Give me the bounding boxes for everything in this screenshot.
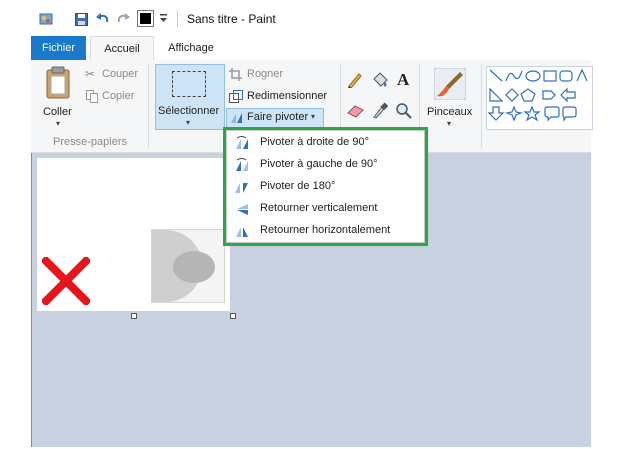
clipboard-group-label: Presse-papiers [53,136,127,148]
pencil-icon[interactable] [347,72,363,88]
shapes-gallery[interactable] [486,66,593,130]
brush-icon [434,68,466,100]
flip-horizontal-icon [236,227,248,237]
fill-bucket-icon[interactable] [371,71,389,89]
rotate-180-icon [235,183,248,193]
chevron-down-icon: ▾ [311,112,316,121]
select-button[interactable]: Sélectionner ▾ [155,64,225,130]
menu-item-label: Retourner horizontalement [260,224,391,236]
color-swatch-icon[interactable] [137,10,154,27]
brushes-button[interactable]: Pinceaux ▾ [424,64,476,128]
tab-home[interactable]: Accueil [90,36,154,61]
menu-item-label: Pivoter à gauche de 90° [260,158,378,170]
cut-label: Couper [102,68,139,80]
title-bar: Sans titre - Paint [31,0,591,36]
image-thumbnail [151,229,225,303]
customize-toolbar-icon[interactable] [159,12,168,24]
rotate-label: Faire pivoter [247,111,309,123]
save-icon[interactable] [75,13,88,26]
rotate-right-90-icon [236,136,248,149]
paste-label: Coller [43,106,72,118]
rotate-left-90-icon [236,158,248,171]
resize-button[interactable]: Redimensionner [228,88,338,106]
copy-button[interactable]: Copier [85,88,147,106]
menu-item-label: Pivoter à droite de 90° [260,136,369,148]
undo-icon[interactable] [95,12,110,26]
copy-label: Copier [102,90,135,102]
red-x-mark [42,257,90,305]
cut-button[interactable]: ✂ Couper [85,66,147,84]
chevron-down-icon: ▾ [56,119,61,128]
shape-drawing [152,230,215,302]
magnifier-icon[interactable] [395,102,412,119]
select-label: Sélectionner [158,105,220,117]
menu-item-flip-vertical[interactable]: Retourner verticalement [227,198,424,220]
crop-label: Rogner [247,68,284,80]
redo-icon[interactable] [116,12,131,26]
crop-icon [229,68,242,81]
window-title: Sans titre - Paint [187,12,276,26]
chevron-down-icon: ▾ [447,119,452,128]
resize-label: Redimensionner [247,90,328,102]
tab-file[interactable]: Fichier [31,36,86,60]
color-picker-icon[interactable] [372,102,388,119]
group-divider [481,64,482,148]
rotate-menu: Pivoter à droite de 90° Pivoter à gauche… [226,130,425,243]
menu-item-rotate-left-90[interactable]: Pivoter à gauche de 90° [227,154,424,176]
crop-button[interactable]: Rogner [228,66,298,84]
scissors-icon: ✂ [85,67,96,81]
group-divider [148,64,149,148]
shapes-icon [487,68,588,122]
menu-item-rotate-right-90[interactable]: Pivoter à droite de 90° [227,132,424,154]
window-left-edge [31,153,32,447]
eraser-icon[interactable] [347,104,365,118]
menu-item-flip-horizontal[interactable]: Retourner horizontalement [227,220,424,242]
toolbar-divider [177,11,178,27]
chevron-down-icon: ▾ [186,118,191,127]
copy-icon [86,90,98,103]
resize-handle-bottom[interactable] [131,313,137,319]
menu-item-rotate-180[interactable]: Pivoter de 180° [227,176,424,198]
brushes-label: Pinceaux [427,106,473,118]
rotate-button[interactable]: Faire pivoter ▾ [226,108,324,128]
selection-rectangle-icon [172,71,206,97]
paste-button[interactable]: Coller ▾ [35,64,85,128]
resize-handle-corner[interactable] [230,313,236,319]
tab-view[interactable]: Affichage [155,36,227,60]
flip-vertical-icon [237,204,248,215]
rotate-icon [231,113,242,123]
menu-item-label: Pivoter de 180° [260,180,336,192]
clipboard-paste-icon [46,66,70,99]
menu-item-label: Retourner verticalement [260,202,378,214]
text-tool-icon[interactable]: A [397,70,409,90]
paint-app-icon [39,13,53,25]
ribbon-tabs: Fichier Accueil Affichage [31,36,591,61]
resize-icon [229,90,243,103]
drawing-canvas[interactable] [37,158,230,311]
